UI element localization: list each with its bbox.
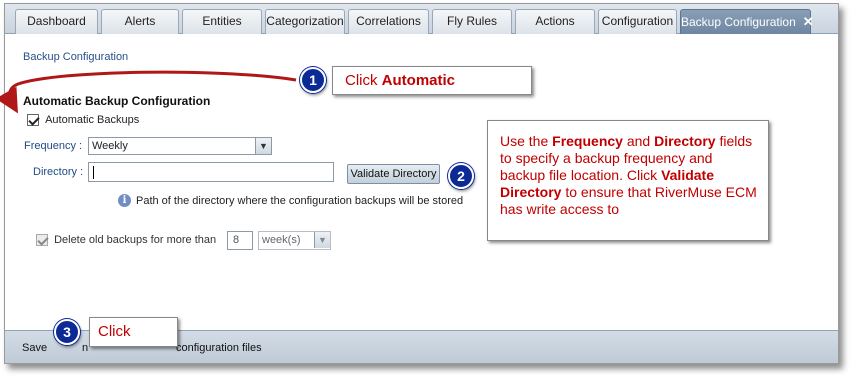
callout-text: Click [345,72,382,89]
callout-text: Use the [500,133,553,149]
callout-bold-text: Frequency [552,133,623,149]
step-3-badge: 3 [54,319,80,345]
step-3-callout: Click [89,317,178,347]
callout-bold-text: Automatic [381,72,456,89]
step-1-callout: Click Automatic [332,66,532,95]
step-1-badge: 1 [300,67,326,93]
callout-bold-text: Directory [654,133,716,149]
step-2-callout: Use the Frequency and Directory fields t… [487,120,769,241]
step-2-badge: 2 [448,163,474,189]
callout-text: and [622,133,655,149]
